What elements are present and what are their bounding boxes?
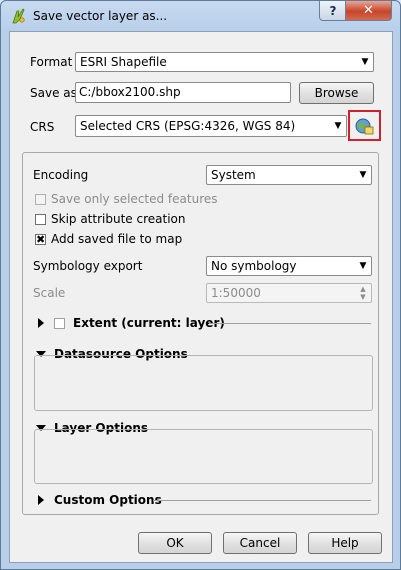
options-panel: Encoding System ▼ Save only selected fea…	[22, 152, 379, 515]
window-title: Save vector layer as...	[33, 9, 168, 23]
symbology-value: No symbology	[211, 259, 297, 273]
add-to-map-label: Add saved file to map	[51, 232, 183, 246]
skip-attr-label: Skip attribute creation	[51, 212, 186, 226]
save-selected-checkbox[interactable]	[35, 194, 46, 205]
chevron-down-icon: ▼	[359, 261, 367, 271]
save-as-value: C:/bbox2100.shp	[79, 85, 181, 99]
crs-value: Selected CRS (EPSG:4326, WGS 84)	[80, 119, 296, 133]
crs-select[interactable]: Selected CRS (EPSG:4326, WGS 84) ▼	[75, 115, 347, 137]
symbology-label: Symbology export	[33, 259, 143, 273]
divider	[209, 323, 371, 324]
help-title-button[interactable]: ?	[319, 1, 347, 21]
chevron-down-icon: ▼	[334, 121, 342, 131]
browse-button[interactable]: Browse	[299, 82, 374, 104]
skip-attr-checkbox[interactable]	[35, 214, 46, 225]
format-value: ESRI Shapefile	[80, 55, 167, 69]
help-button[interactable]: Help	[308, 532, 382, 554]
encoding-select[interactable]: System ▼	[206, 165, 372, 185]
save-vector-dialog: Save vector layer as... ? ✕ Format ESRI …	[0, 0, 401, 570]
format-select[interactable]: ESRI Shapefile ▼	[75, 52, 374, 72]
format-label: Format	[30, 55, 73, 69]
cancel-button[interactable]: Cancel	[223, 532, 297, 554]
encoding-label: Encoding	[33, 168, 89, 182]
datasource-options-box	[34, 355, 373, 411]
spinner-icon[interactable]: ▲ ▼	[355, 284, 371, 302]
encoding-value: System	[211, 168, 256, 182]
scale-spinbox[interactable]: 1:50000 ▲ ▼	[206, 283, 372, 303]
close-button[interactable]: ✕	[345, 1, 392, 21]
chevron-down-icon: ▼	[359, 170, 367, 180]
extent-checkbox[interactable]	[54, 318, 65, 329]
save-selected-label: Save only selected features	[51, 192, 218, 206]
title-bar[interactable]: Save vector layer as... ? ✕	[1, 1, 400, 31]
save-as-input[interactable]: C:/bbox2100.shp	[75, 82, 291, 103]
symbology-select[interactable]: No symbology ▼	[206, 256, 372, 276]
custom-section-title[interactable]: Custom Options	[54, 493, 162, 507]
qgis-icon	[12, 8, 25, 24]
divider	[153, 500, 371, 501]
ok-button[interactable]: OK	[138, 532, 212, 554]
chevron-down-icon: ▼	[361, 57, 369, 67]
expand-right-icon[interactable]	[38, 318, 44, 328]
extent-section-title[interactable]: Extent (current: layer)	[73, 316, 225, 330]
add-to-map-checkbox[interactable]: ✖	[35, 234, 46, 245]
scale-value: 1:50000	[211, 286, 261, 300]
save-as-label: Save as	[30, 86, 77, 100]
expand-right-icon[interactable]	[38, 495, 44, 505]
crs-selector-icon[interactable]	[353, 115, 375, 137]
dialog-body: Format ESRI Shapefile ▼ Save as C:/bbox2…	[9, 31, 393, 563]
scale-label: Scale	[33, 286, 66, 300]
layer-options-box	[34, 429, 373, 484]
crs-label: CRS	[30, 120, 55, 134]
